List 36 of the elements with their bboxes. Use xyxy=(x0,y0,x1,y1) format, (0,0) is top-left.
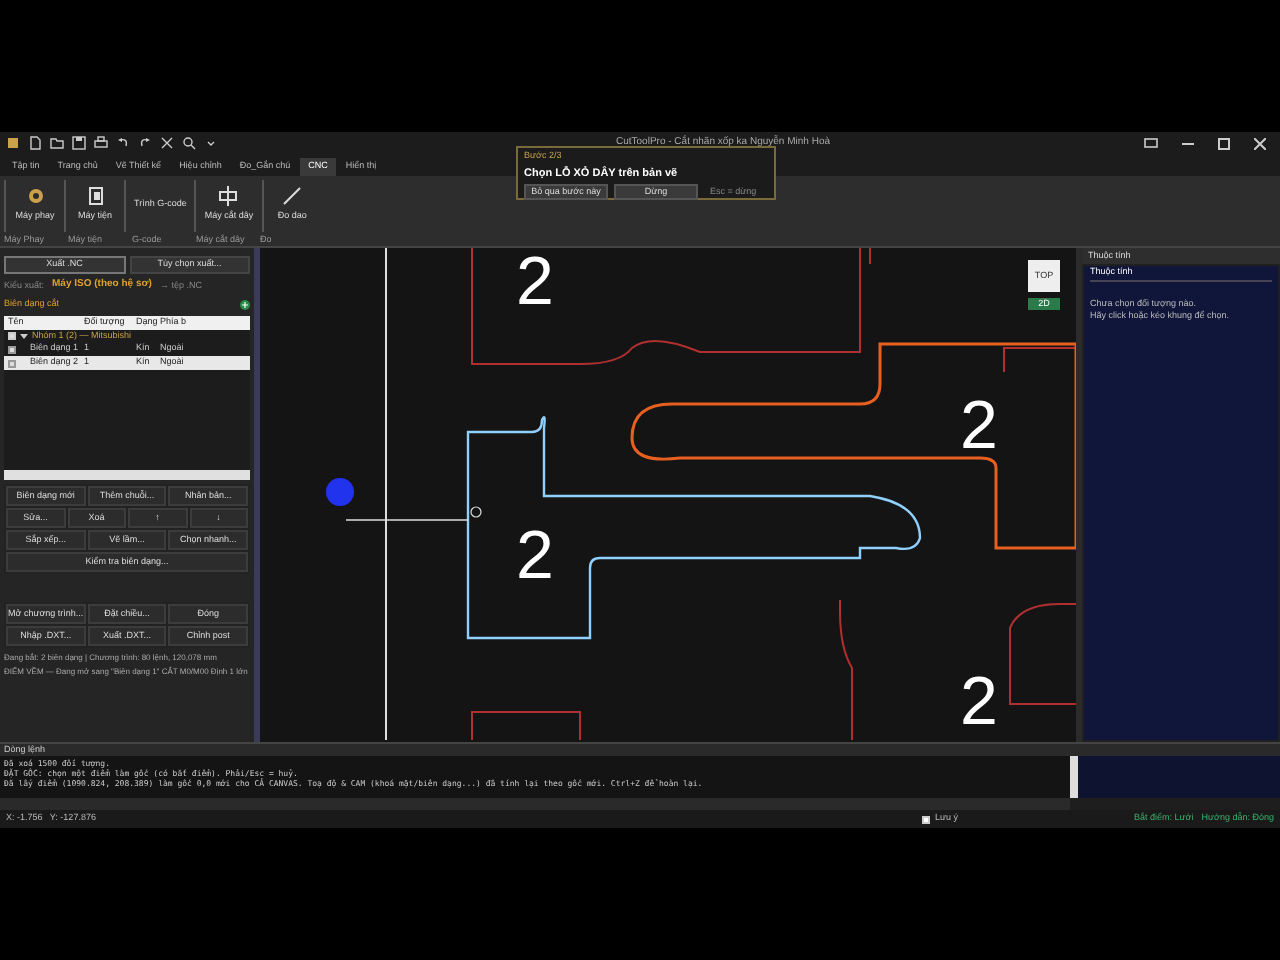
cursor-highlight xyxy=(326,478,354,506)
app-icon[interactable] xyxy=(6,136,20,150)
drawing-label: 2 xyxy=(960,388,998,464)
scissors-icon[interactable] xyxy=(160,136,174,150)
horizontal-scrollbar[interactable] xyxy=(4,470,250,480)
drawing-label: 2 xyxy=(960,664,998,740)
new-file-icon[interactable] xyxy=(28,136,42,150)
leader-line xyxy=(345,519,469,521)
folder-icon[interactable] xyxy=(50,136,64,150)
save-icon[interactable] xyxy=(72,136,86,150)
layout-icon[interactable] xyxy=(1144,138,1158,148)
wire-cut-icon xyxy=(218,186,239,207)
undo-icon[interactable] xyxy=(116,136,130,150)
print-icon[interactable] xyxy=(94,136,108,150)
checkbox[interactable] xyxy=(8,359,16,367)
checkbox[interactable] xyxy=(8,345,16,353)
add-icon[interactable] xyxy=(240,300,250,310)
command-input[interactable] xyxy=(0,798,1070,810)
redo-icon[interactable] xyxy=(138,136,152,150)
drill-bit-icon xyxy=(25,186,45,207)
dropdown-icon[interactable] xyxy=(204,136,218,150)
expand-arrow-icon[interactable] xyxy=(20,332,28,340)
diagonal-line-icon xyxy=(282,186,303,207)
highlighted-contour-drawing[interactable] xyxy=(630,342,1076,550)
selected-contour-drawing[interactable] xyxy=(466,416,922,640)
checkbox[interactable] xyxy=(8,332,16,340)
drawing-label: 2 xyxy=(516,518,554,594)
lathe-icon xyxy=(85,186,105,207)
drawing-label: 2 xyxy=(516,248,554,320)
maximize-icon[interactable] xyxy=(1218,137,1230,149)
start-point-marker xyxy=(470,506,482,518)
vertical-scrollbar[interactable] xyxy=(1070,756,1078,798)
zoom-icon[interactable] xyxy=(182,136,196,150)
close-icon[interactable] xyxy=(1254,137,1266,149)
part-contour-drawing[interactable] xyxy=(471,248,1076,740)
minimize-icon[interactable] xyxy=(1182,138,1194,148)
